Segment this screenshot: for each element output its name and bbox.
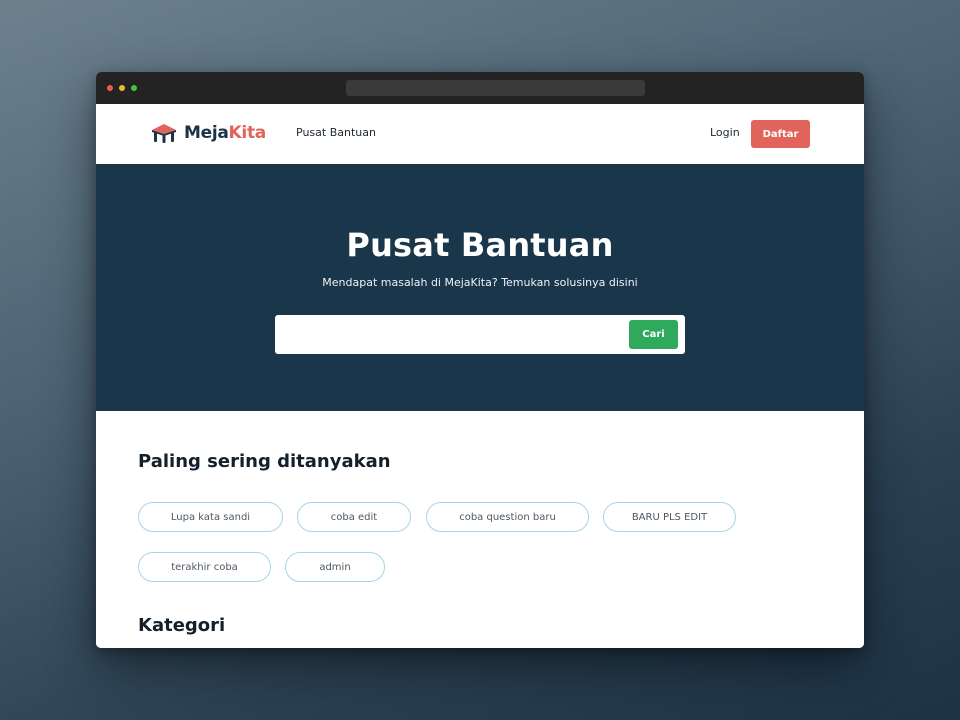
maximize-window-icon[interactable]	[131, 85, 137, 91]
search-button[interactable]: Cari	[629, 320, 678, 349]
close-window-icon[interactable]	[107, 85, 113, 91]
search-input[interactable]	[283, 321, 623, 348]
faq-chip[interactable]: coba edit	[297, 502, 411, 532]
search-box: Cari	[275, 315, 685, 354]
faq-section-title: Paling sering ditanyakan	[138, 451, 391, 472]
brand-name-part1: Meja	[184, 123, 229, 143]
faq-chip[interactable]: terakhir coba	[138, 552, 271, 582]
hero-subtitle: Mendapat masalah di MejaKita? Temukan so…	[322, 276, 638, 289]
browser-window: MejaKita Pusat Bantuan Login Daftar Pusa…	[96, 72, 864, 648]
faq-chip[interactable]: admin	[285, 552, 385, 582]
brand-name: MejaKita	[184, 123, 266, 143]
categories-section-title: Kategori	[138, 615, 226, 636]
navbar: MejaKita Pusat Bantuan Login Daftar	[96, 104, 864, 164]
table-icon	[152, 124, 176, 143]
brand-logo[interactable]: MejaKita	[150, 122, 266, 144]
login-link[interactable]: Login	[710, 126, 740, 139]
address-bar[interactable]	[346, 80, 645, 96]
browser-chrome	[96, 72, 864, 104]
faq-chip[interactable]: Lupa kata sandi	[138, 502, 283, 532]
brand-name-part2: Kita	[228, 123, 267, 143]
nav-link-help-center[interactable]: Pusat Bantuan	[296, 126, 376, 139]
page-title: Pusat Bantuan	[346, 226, 614, 264]
register-button[interactable]: Daftar	[751, 120, 810, 148]
minimize-window-icon[interactable]	[119, 85, 125, 91]
faq-chip[interactable]: coba question baru	[426, 502, 589, 532]
main-content: Paling sering ditanyakan Lupa kata sandi…	[96, 411, 864, 648]
hero-section: Pusat Bantuan Mendapat masalah di MejaKi…	[96, 164, 864, 411]
faq-chip[interactable]: BARU PLS EDIT	[603, 502, 736, 532]
